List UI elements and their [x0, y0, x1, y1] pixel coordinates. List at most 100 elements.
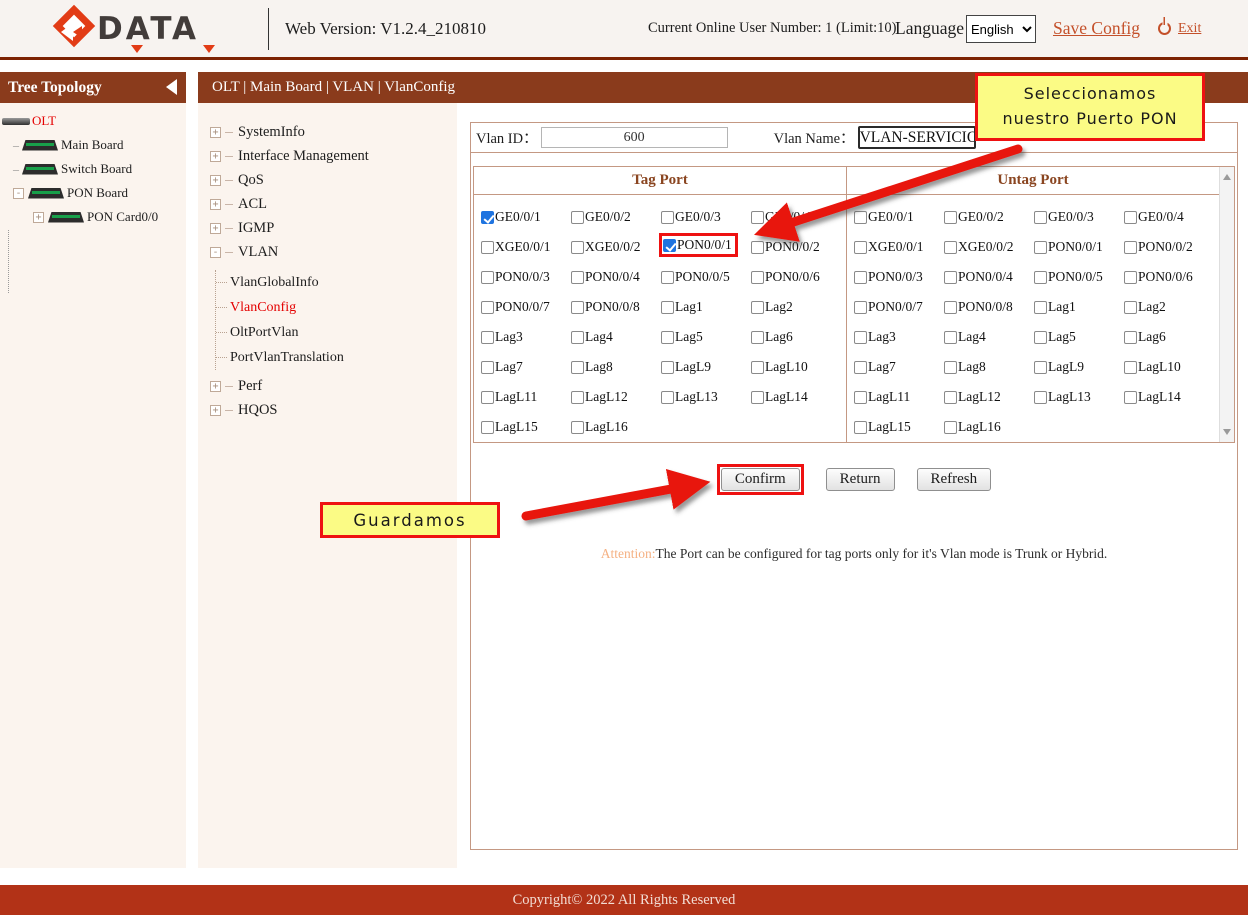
untag-checkbox-lag2[interactable]	[1124, 301, 1137, 314]
save-config-link[interactable]: Save Config	[1053, 0, 1140, 57]
plus-expander-icon[interactable]: +	[210, 175, 221, 186]
untag-checkbox-pon0-0-8[interactable]	[944, 301, 957, 314]
tag-checkbox-pon0-0-7[interactable]	[481, 301, 494, 314]
tag-checkbox-lag3[interactable]	[481, 331, 494, 344]
tag-checkbox-lag2[interactable]	[751, 301, 764, 314]
plus-expander-icon[interactable]: +	[210, 199, 221, 210]
tag-checkbox-lagl15[interactable]	[481, 421, 494, 434]
language-select[interactable]: English	[966, 15, 1036, 43]
untag-checkbox-lag5[interactable]	[1034, 331, 1047, 344]
plus-expander-icon[interactable]: +	[210, 223, 221, 234]
untag-checkbox-xge0-0-1[interactable]	[854, 241, 867, 254]
menu-item-igmp[interactable]: + IGMP	[198, 216, 457, 240]
tag-checkbox-lagl14[interactable]	[751, 391, 764, 404]
plus-expander-icon[interactable]: +	[210, 381, 221, 392]
untag-checkbox-pon0-0-7[interactable]	[854, 301, 867, 314]
menu-item-vlan[interactable]: - VLAN	[198, 240, 457, 264]
menu-item-portvlantranslation[interactable]: PortVlanTranslation	[216, 345, 457, 370]
table-scrollbar[interactable]	[1219, 167, 1234, 442]
untag-checkbox-lag7[interactable]	[854, 361, 867, 374]
menu-item-hqos[interactable]: + HQOS	[198, 398, 457, 422]
tag-checkbox-ge0-0-2[interactable]	[571, 211, 584, 224]
untag-checkbox-pon0-0-5[interactable]	[1034, 271, 1047, 284]
untag-checkbox-lagl14[interactable]	[1124, 391, 1137, 404]
tag-checkbox-ge0-0-1[interactable]	[481, 211, 494, 224]
untag-checkbox-ge0-0-1[interactable]	[854, 211, 867, 224]
tree-item-pon-card[interactable]: + PON Card0/0	[0, 205, 186, 229]
tag-checkbox-pon0-0-5[interactable]	[661, 271, 674, 284]
tag-checkbox-lagl12[interactable]	[571, 391, 584, 404]
untag-checkbox-xge0-0-2[interactable]	[944, 241, 957, 254]
menu-item-acl[interactable]: + ACL	[198, 192, 457, 216]
menu-item-vlanconfig[interactable]: VlanConfig	[216, 295, 457, 320]
untag-checkbox-ge0-0-3[interactable]	[1034, 211, 1047, 224]
untag-checkbox-lagl13[interactable]	[1034, 391, 1047, 404]
menu-item-systeminfo[interactable]: + SystemInfo	[198, 120, 457, 144]
collapse-expander-icon[interactable]: -	[13, 188, 24, 199]
tree-item-switch-board[interactable]: – Switch Board	[0, 157, 186, 181]
untag-checkbox-lagl12[interactable]	[944, 391, 957, 404]
tag-checkbox-pon0-0-3[interactable]	[481, 271, 494, 284]
expand-expander-icon[interactable]: +	[33, 212, 44, 223]
untag-checkbox-lagl9[interactable]	[1034, 361, 1047, 374]
tag-checkbox-lag8[interactable]	[571, 361, 584, 374]
untag-checkbox-ge0-0-4[interactable]	[1124, 211, 1137, 224]
untag-checkbox-lagl11[interactable]	[854, 391, 867, 404]
menu-item-interface-management[interactable]: + Interface Management	[198, 144, 457, 168]
tag-checkbox-lag4[interactable]	[571, 331, 584, 344]
untag-checkbox-pon0-0-4[interactable]	[944, 271, 957, 284]
plus-expander-icon[interactable]: +	[210, 127, 221, 138]
untag-checkbox-lagl10[interactable]	[1124, 361, 1137, 374]
tree-item-main-board[interactable]: – Main Board	[0, 133, 186, 157]
untag-checkbox-lag1[interactable]	[1034, 301, 1047, 314]
tag-checkbox-lag6[interactable]	[751, 331, 764, 344]
tag-checkbox-lagl9[interactable]	[661, 361, 674, 374]
vlan-id-input[interactable]	[541, 127, 728, 148]
tag-checkbox-pon0-0-8[interactable]	[571, 301, 584, 314]
tag-checkbox-lagl11[interactable]	[481, 391, 494, 404]
untag-checkbox-lag4[interactable]	[944, 331, 957, 344]
menu-item-oltportvlan[interactable]: OltPortVlan	[216, 320, 457, 345]
menu-item-qos[interactable]: + QoS	[198, 168, 457, 192]
untag-checkbox-lag8[interactable]	[944, 361, 957, 374]
port-label: LagL11	[495, 389, 537, 405]
vlan-name-input[interactable]	[858, 126, 976, 149]
minus-expander-icon[interactable]: -	[210, 247, 221, 258]
untag-checkbox-lag3[interactable]	[854, 331, 867, 344]
tag-checkbox-pon0-0-1[interactable]	[663, 239, 676, 252]
tag-checkbox-ge0-0-4[interactable]	[751, 211, 764, 224]
tag-checkbox-pon0-0-2[interactable]	[751, 241, 764, 254]
menu-item-perf[interactable]: + Perf	[198, 374, 457, 398]
untag-checkbox-pon0-0-2[interactable]	[1124, 241, 1137, 254]
untag-checkbox-pon0-0-3[interactable]	[854, 271, 867, 284]
tag-checkbox-lag1[interactable]	[661, 301, 674, 314]
tag-checkbox-lagl16[interactable]	[571, 421, 584, 434]
scroll-up-icon[interactable]	[1223, 174, 1231, 180]
untag-checkbox-lagl16[interactable]	[944, 421, 957, 434]
exit-button[interactable]: Exit	[1158, 0, 1201, 57]
tree-item-olt[interactable]: OLT	[0, 109, 186, 133]
sidebar-collapse-icon[interactable]	[166, 79, 177, 95]
plus-expander-icon[interactable]: +	[210, 151, 221, 162]
scroll-down-icon[interactable]	[1223, 429, 1231, 435]
tag-checkbox-lagl10[interactable]	[751, 361, 764, 374]
menu-item-vlanglobalinfo[interactable]: VlanGlobalInfo	[216, 270, 457, 295]
tag-checkbox-lag7[interactable]	[481, 361, 494, 374]
untag-checkbox-lag6[interactable]	[1124, 331, 1137, 344]
untag-checkbox-pon0-0-6[interactable]	[1124, 271, 1137, 284]
tag-checkbox-lag5[interactable]	[661, 331, 674, 344]
untag-checkbox-lagl15[interactable]	[854, 421, 867, 434]
return-button[interactable]: Return	[826, 468, 895, 491]
confirm-button[interactable]: Confirm	[721, 468, 800, 491]
tag-checkbox-pon0-0-6[interactable]	[751, 271, 764, 284]
tag-checkbox-xge0-0-2[interactable]	[571, 241, 584, 254]
untag-checkbox-pon0-0-1[interactable]	[1034, 241, 1047, 254]
tag-checkbox-lagl13[interactable]	[661, 391, 674, 404]
plus-expander-icon[interactable]: +	[210, 405, 221, 416]
tag-checkbox-xge0-0-1[interactable]	[481, 241, 494, 254]
tag-checkbox-ge0-0-3[interactable]	[661, 211, 674, 224]
tree-item-pon-board[interactable]: - PON Board	[0, 181, 186, 205]
untag-checkbox-ge0-0-2[interactable]	[944, 211, 957, 224]
refresh-button[interactable]: Refresh	[917, 468, 992, 491]
tag-checkbox-pon0-0-4[interactable]	[571, 271, 584, 284]
